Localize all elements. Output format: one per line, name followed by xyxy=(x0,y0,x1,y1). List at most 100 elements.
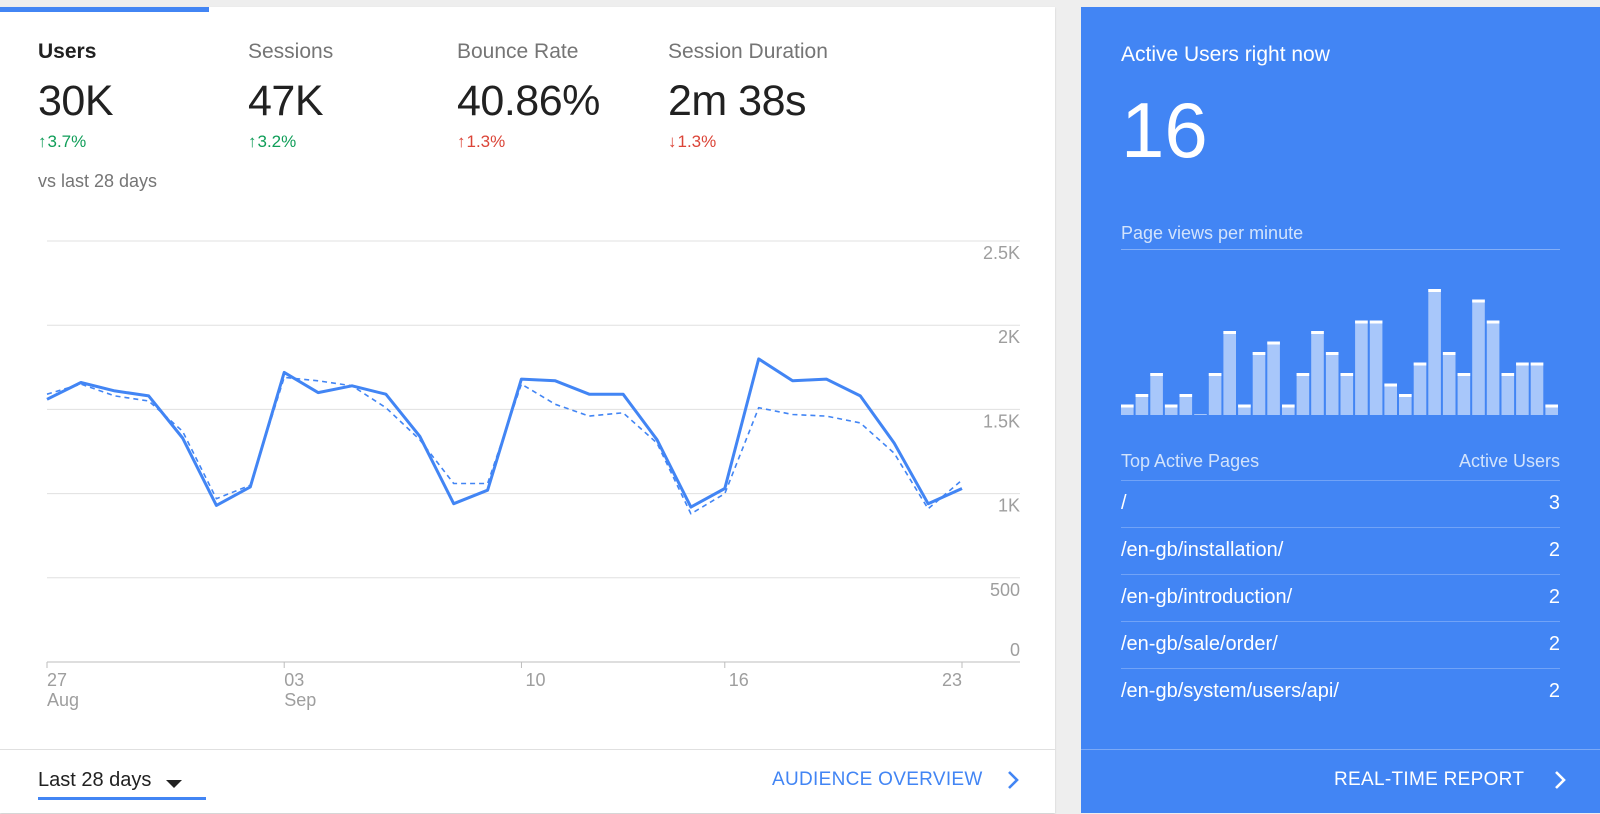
pageviews-bar xyxy=(1135,394,1149,415)
pageviews-bar xyxy=(1296,373,1310,415)
pageviews-bar-cap xyxy=(1208,373,1222,376)
page-path: /en-gb/installation/ xyxy=(1121,539,1284,561)
pageviews-bar xyxy=(1501,373,1515,415)
chevron-right-icon[interactable] xyxy=(1553,769,1567,791)
y-tick-label: 0 xyxy=(1010,640,1020,660)
pageviews-bar-cap xyxy=(1267,341,1280,345)
pageviews-bar xyxy=(1252,352,1266,415)
audience-overview-card: Users 30K ↑3.7% Sessions 47K ↑3.2% Bounc… xyxy=(0,7,1055,813)
pageviews-bar-cap xyxy=(1399,394,1412,397)
top-pages-header: Top Active Pages Active Users xyxy=(1121,451,1560,472)
pageviews-bar xyxy=(1340,373,1354,415)
pageviews-bar xyxy=(1486,320,1500,415)
date-range-label: Last 28 days xyxy=(38,769,152,791)
active-users-column-label: Active Users xyxy=(1458,451,1560,471)
realtime-title: Active Users right now xyxy=(1121,43,1330,66)
table-row[interactable]: /en-gb/system/users/api/ 2 xyxy=(1121,668,1560,715)
page-path: /en-gb/introduction/ xyxy=(1121,586,1293,608)
table-row[interactable]: /en-gb/sale/order/ 2 xyxy=(1121,621,1560,668)
page-path: / xyxy=(1121,492,1127,514)
active-users-count: 16 xyxy=(1121,86,1208,174)
pageviews-bar-cap xyxy=(1501,373,1515,376)
pageviews-bar xyxy=(1311,331,1324,415)
pageviews-bar-cap xyxy=(1530,362,1544,366)
pageviews-bar-cap xyxy=(1442,352,1456,355)
realtime-card: Active Users right now 16 Page views per… xyxy=(1081,7,1600,813)
pageviews-bar-cap xyxy=(1150,373,1163,376)
pageviews-bar-cap xyxy=(1340,373,1354,376)
x-tick-label: 23 xyxy=(942,670,962,690)
x-tick-label: 10 xyxy=(525,670,545,690)
pageviews-bar-cap xyxy=(1428,289,1441,292)
pageviews-bar xyxy=(1179,394,1193,415)
y-tick-label: 2.5K xyxy=(983,243,1020,263)
pageviews-bar xyxy=(1150,373,1163,415)
pageviews-bar-cap xyxy=(1516,362,1529,366)
page-active-users: 2 xyxy=(1548,586,1560,608)
page-active-users: 2 xyxy=(1548,539,1560,561)
x-tick-month-label: Aug xyxy=(47,690,79,710)
y-tick-label: 500 xyxy=(990,580,1020,600)
table-row[interactable]: /en-gb/installation/ 2 xyxy=(1121,527,1560,574)
audience-overview-link[interactable]: AUDIENCE OVERVIEW xyxy=(772,769,983,791)
pageviews-bar-cap xyxy=(1311,331,1324,334)
users-line-chart: 2.5K 2K 1.5K 1K 500 0 27Aug 03Sep 10 16 23 xyxy=(46,240,1020,710)
pageviews-bar xyxy=(1223,331,1236,415)
page-path: /en-gb/sale/order/ xyxy=(1121,633,1278,655)
table-row[interactable]: /en-gb/introduction/ 2 xyxy=(1121,574,1560,621)
pageviews-bar-cap xyxy=(1179,394,1193,397)
pageviews-bar xyxy=(1384,383,1397,415)
y-tick-label: 2K xyxy=(998,327,1020,347)
pageviews-bar xyxy=(1413,362,1427,415)
pageviews-bar xyxy=(1355,320,1368,415)
pageviews-bar xyxy=(1369,320,1383,415)
pageviews-bar-cap xyxy=(1296,373,1310,376)
pageviews-bar xyxy=(1442,352,1456,415)
pageviews-bar-cap xyxy=(1164,404,1178,408)
chevron-right-icon[interactable] xyxy=(1006,769,1020,791)
pageviews-label: Page views per minute xyxy=(1121,223,1304,243)
date-range-dropdown[interactable]: Last 28 days xyxy=(38,769,206,800)
pageviews-bar-cap xyxy=(1486,320,1500,324)
pageviews-bar-chart xyxy=(1121,289,1558,415)
pageviews-bar-cap xyxy=(1472,299,1485,303)
pageviews-bar xyxy=(1472,299,1485,415)
pageviews-bar-cap xyxy=(1325,352,1339,355)
pageviews-bar-cap xyxy=(1135,394,1149,397)
page-active-users: 2 xyxy=(1548,680,1560,702)
x-tick-label: 16 xyxy=(729,670,749,690)
top-pages-table: / 3 /en-gb/installation/ 2 /en-gb/introd… xyxy=(1121,480,1560,715)
pageviews-bar xyxy=(1428,289,1441,415)
footer-divider xyxy=(0,749,1055,750)
pageviews-divider xyxy=(1121,249,1560,250)
pageviews-bar-cap xyxy=(1413,362,1427,366)
y-tick-label: 1.5K xyxy=(983,411,1020,431)
realtime-report-link[interactable]: REAL-TIME REPORT xyxy=(1334,769,1524,791)
page-active-users: 3 xyxy=(1548,492,1560,514)
pageviews-bar-cap xyxy=(1238,404,1251,408)
pageviews-bar xyxy=(1325,352,1339,415)
pageviews-bar-cap xyxy=(1252,352,1266,355)
pageviews-bar-cap xyxy=(1384,383,1397,387)
pageviews-bar-cap xyxy=(1282,404,1295,408)
pageviews-bar-cap xyxy=(1545,404,1558,408)
pageviews-bar xyxy=(1208,373,1222,415)
pageviews-bar xyxy=(1457,373,1471,415)
pageviews-bar xyxy=(1399,394,1412,415)
pageviews-bar-cap xyxy=(1369,320,1383,324)
y-tick-label: 1K xyxy=(998,496,1020,516)
pageviews-bar xyxy=(1267,341,1280,415)
pageviews-bar-cap xyxy=(1121,404,1134,408)
table-row[interactable]: / 3 xyxy=(1121,480,1560,527)
top-pages-column-label: Top Active Pages xyxy=(1121,451,1260,471)
x-tick-label: 03 xyxy=(284,670,304,690)
x-tick-month-label: Sep xyxy=(284,690,316,710)
pageviews-bar-cap xyxy=(1223,331,1236,334)
pageviews-bar xyxy=(1530,362,1544,415)
x-tick-label: 27 xyxy=(47,670,67,690)
footer-divider xyxy=(1081,749,1600,750)
page-path: /en-gb/system/users/api/ xyxy=(1121,680,1339,702)
pageviews-bar-cap xyxy=(1457,373,1471,376)
pageviews-bar xyxy=(1194,414,1207,415)
page-active-users: 2 xyxy=(1548,633,1560,655)
